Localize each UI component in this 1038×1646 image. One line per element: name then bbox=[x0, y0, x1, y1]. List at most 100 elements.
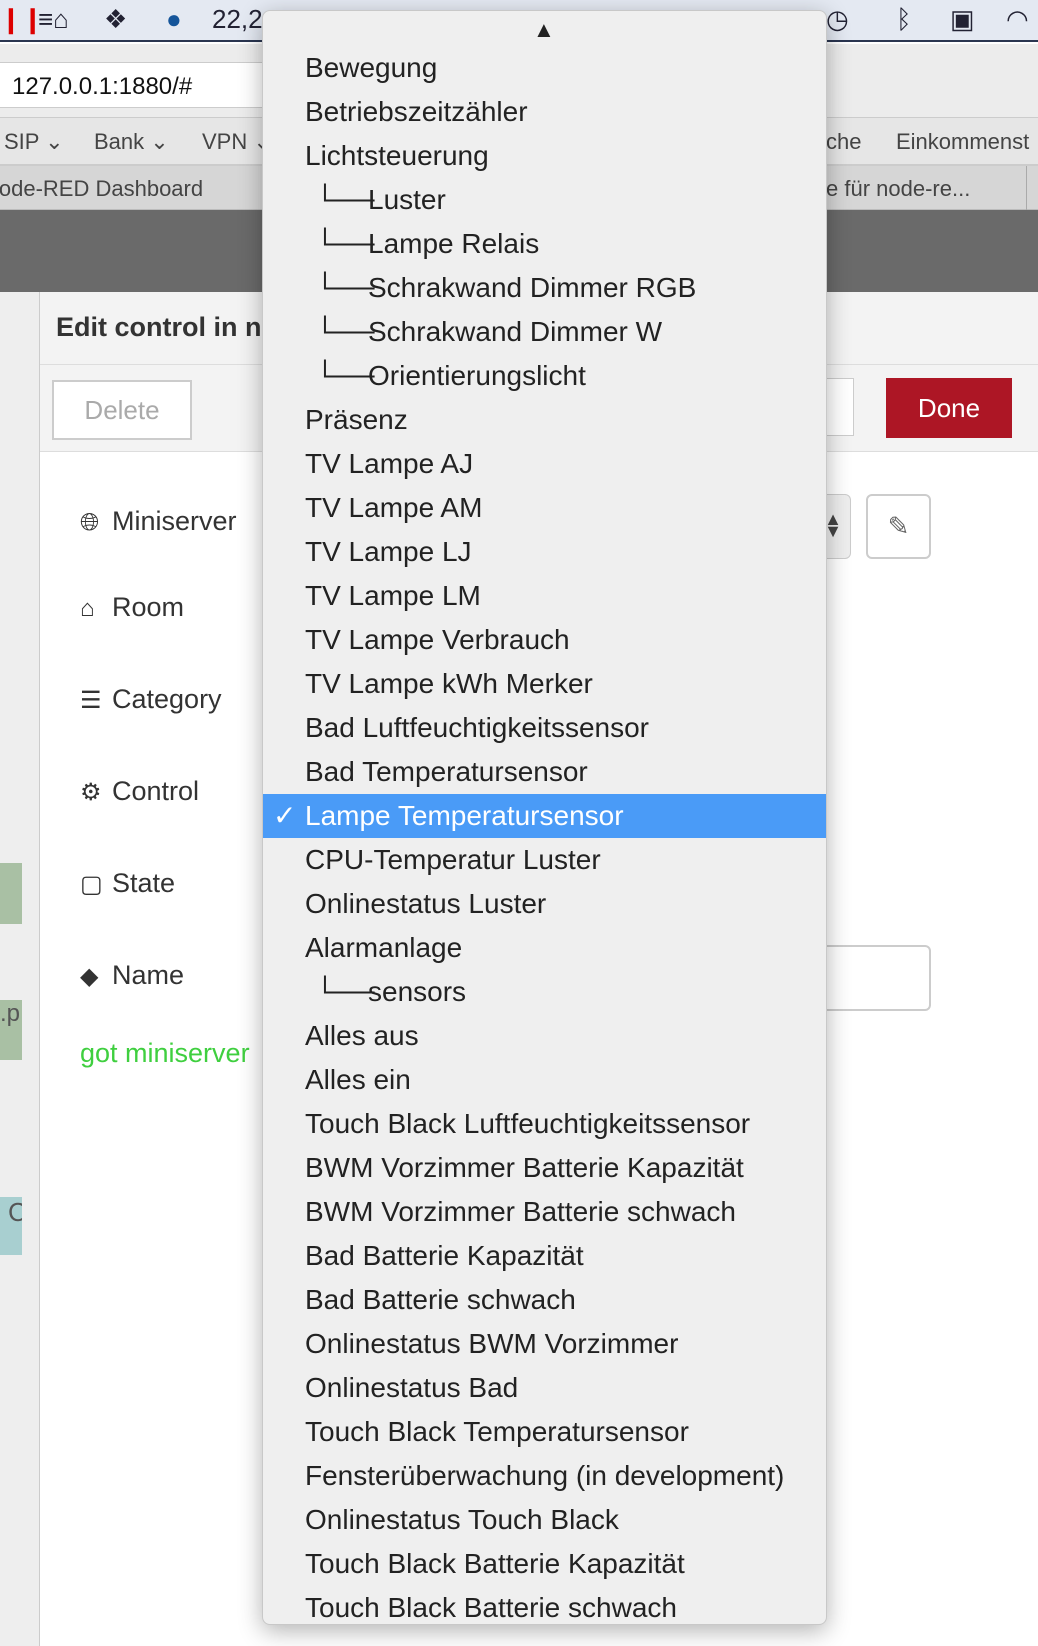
tree-branch-icon: └── bbox=[315, 976, 375, 1007]
field-label-category: ☰ Category bbox=[80, 684, 222, 714]
tab-node-red[interactable]: e für node-re... bbox=[826, 176, 970, 202]
option-label: Touch Black Temperatursensor bbox=[305, 1416, 689, 1447]
option-label: Alles ein bbox=[305, 1064, 411, 1095]
option-label: Lampe Relais bbox=[368, 228, 540, 259]
option-label: Orientierungslicht bbox=[368, 360, 586, 391]
option-label: TV Lampe AJ bbox=[305, 448, 474, 479]
tab-node-red-dashboard[interactable]: lode-RED Dashboard bbox=[0, 176, 203, 202]
dropdown-option[interactable]: TV Lampe AJ bbox=[263, 442, 826, 486]
option-label: Luster bbox=[368, 184, 446, 215]
dropdown-option[interactable]: Präsenz bbox=[263, 398, 826, 442]
canvas-node[interactable]: .p bbox=[0, 1000, 22, 1060]
dropdown-option[interactable]: Touch Black Batterie schwach bbox=[263, 1586, 826, 1624]
bookmark-einkommenst[interactable]: Einkommenst bbox=[896, 129, 1029, 155]
dropdown-option[interactable]: TV Lampe Verbrauch bbox=[263, 618, 826, 662]
dropdown-option[interactable]: Touch Black Batterie Kapazität bbox=[263, 1542, 826, 1586]
option-label: Präsenz bbox=[305, 404, 408, 435]
option-label: Onlinestatus Luster bbox=[305, 888, 547, 919]
dropdown-option[interactable]: BWM Vorzimmer Batterie schwach bbox=[263, 1190, 826, 1234]
dropdown-option[interactable]: Bad Batterie schwach bbox=[263, 1278, 826, 1322]
battery-icon[interactable]: ▣ bbox=[950, 4, 975, 35]
bookmark-che[interactable]: che bbox=[826, 129, 861, 155]
option-label: Lampe Temperatursensor bbox=[305, 800, 624, 831]
dropdown-option[interactable]: Touch Black Luftfeuchtigkeitssensor bbox=[263, 1102, 826, 1146]
wifi-icon[interactable]: ◠ bbox=[1006, 4, 1029, 35]
status-text: got miniserver bbox=[80, 1038, 250, 1068]
control-dropdown-menu[interactable]: ▲ Bewegung Betriebszeitzähler Lichtsteueru… bbox=[262, 10, 827, 1625]
app-icon[interactable]: ● bbox=[166, 4, 182, 35]
url-field[interactable]: 127.0.0.1:1880/# bbox=[0, 62, 300, 108]
bookmark-bank[interactable]: Bank ⌄ bbox=[94, 129, 169, 155]
option-label: Schrakwand Dimmer W bbox=[368, 316, 663, 347]
option-label: Schrakwand Dimmer RGB bbox=[368, 272, 697, 303]
dropdown-option[interactable]: Alarmanlage bbox=[263, 926, 826, 970]
canvas-node[interactable] bbox=[0, 863, 22, 924]
dropdown-option[interactable]: └──sensors bbox=[263, 970, 826, 1014]
tag-icon: ◆ bbox=[80, 963, 99, 990]
field-label-room: ⌂ Room bbox=[80, 592, 185, 622]
dropdown-option[interactable]: TV Lampe AM bbox=[263, 486, 826, 530]
done-button[interactable]: Done bbox=[886, 378, 1012, 438]
dropdown-option[interactable]: TV Lampe kWh Merker bbox=[263, 662, 826, 706]
option-label: sensors bbox=[368, 976, 467, 1007]
option-label: Onlinestatus BWM Vorzimmer bbox=[305, 1328, 679, 1359]
dropdown-option[interactable]: └──Lampe Relais bbox=[263, 222, 826, 266]
option-label: CPU-Temperatur Luster bbox=[305, 844, 601, 875]
dropdown-option[interactable]: Onlinestatus Touch Black bbox=[263, 1498, 826, 1542]
dropdown-option[interactable]: TV Lampe LM bbox=[263, 574, 826, 618]
dropdown-option[interactable]: └──Schrakwand Dimmer W bbox=[263, 310, 826, 354]
dropdown-option[interactable]: Onlinestatus Luster bbox=[263, 882, 826, 926]
option-label: BWM Vorzimmer Batterie schwach bbox=[305, 1196, 736, 1227]
field-label-miniserver: 🌐︎ Miniserver bbox=[80, 506, 237, 536]
option-label: TV Lampe AM bbox=[305, 492, 483, 523]
dropdown-option[interactable]: Bad Temperatursensor bbox=[263, 750, 826, 794]
panel-title: Edit control in n bbox=[56, 312, 262, 342]
option-label: Lichtsteuerung bbox=[305, 140, 489, 171]
option-label: TV Lampe Verbrauch bbox=[305, 624, 570, 655]
dropdown-option[interactable]: Alles ein bbox=[263, 1058, 826, 1102]
tree-branch-icon: └── bbox=[315, 316, 375, 347]
option-label: Bad Batterie schwach bbox=[305, 1284, 576, 1315]
flow-canvas[interactable]: .p C bbox=[0, 292, 40, 1646]
canvas-node[interactable]: C bbox=[0, 1197, 22, 1255]
pencil-icon: ✎ bbox=[887, 511, 910, 541]
option-label: BWM Vorzimmer Batterie Kapazität bbox=[305, 1152, 744, 1183]
checkmark-icon: ✓ bbox=[273, 800, 297, 831]
dropdown-option[interactable]: Onlinestatus BWM Vorzimmer bbox=[263, 1322, 826, 1366]
delete-button[interactable]: Delete bbox=[52, 380, 192, 440]
dropdown-option[interactable]: Onlinestatus Bad bbox=[263, 1366, 826, 1410]
dropdown-option[interactable]: Bad Luftfeuchtigkeitssensor bbox=[263, 706, 826, 750]
dropdown-option[interactable]: └──Luster bbox=[263, 178, 826, 222]
dropdown-option[interactable]: BWM Vorzimmer Batterie Kapazität bbox=[263, 1146, 826, 1190]
option-label: Touch Black Batterie Kapazität bbox=[305, 1548, 685, 1579]
dropbox-icon[interactable]: ❖ bbox=[104, 4, 127, 35]
tab-divider bbox=[1026, 166, 1027, 210]
scroll-up-arrow-icon[interactable]: ▲ bbox=[533, 17, 555, 43]
option-label: TV Lampe LM bbox=[305, 580, 481, 611]
tree-branch-icon: └── bbox=[315, 184, 375, 215]
edit-miniserver-button[interactable]: ✎ bbox=[866, 494, 931, 559]
dropdown-option[interactable]: Alles aus bbox=[263, 1014, 826, 1058]
bluetooth-icon[interactable]: ᛒ bbox=[896, 4, 912, 35]
dropdown-option[interactable]: Touch Black Temperatursensor bbox=[263, 1410, 826, 1454]
dropdown-option[interactable]: Bad Batterie Kapazität bbox=[263, 1234, 826, 1278]
file-icon: ▢ bbox=[80, 871, 103, 898]
option-label: Alles aus bbox=[305, 1020, 419, 1051]
dropdown-option[interactable]: Bewegung bbox=[263, 46, 826, 90]
dropdown-option[interactable]: Fensterüberwachung (in development) bbox=[263, 1454, 826, 1498]
dropdown-option[interactable]: ✓ Lampe Temperatursensor bbox=[263, 794, 826, 838]
dropdown-option[interactable]: └──Schrakwand Dimmer RGB bbox=[263, 266, 826, 310]
tree-branch-icon: └── bbox=[315, 360, 375, 391]
option-label: Bad Batterie Kapazität bbox=[305, 1240, 584, 1271]
time-machine-icon[interactable]: ◷ bbox=[826, 4, 849, 35]
home-automation-icon[interactable]: ≡⌂ bbox=[38, 4, 69, 35]
option-label: Onlinestatus Bad bbox=[305, 1372, 519, 1403]
dropdown-option[interactable]: Lichtsteuerung bbox=[263, 134, 826, 178]
option-label: Fensterüberwachung (in development) bbox=[305, 1460, 785, 1491]
dropdown-option[interactable]: TV Lampe LJ bbox=[263, 530, 826, 574]
dropdown-option[interactable]: CPU-Temperatur Luster bbox=[263, 838, 826, 882]
tree-branch-icon: └── bbox=[315, 272, 375, 303]
bookmark-sip[interactable]: SIP ⌄ bbox=[4, 129, 64, 155]
dropdown-option[interactable]: Betriebszeitzähler bbox=[263, 90, 826, 134]
dropdown-option[interactable]: └──Orientierungslicht bbox=[263, 354, 826, 398]
